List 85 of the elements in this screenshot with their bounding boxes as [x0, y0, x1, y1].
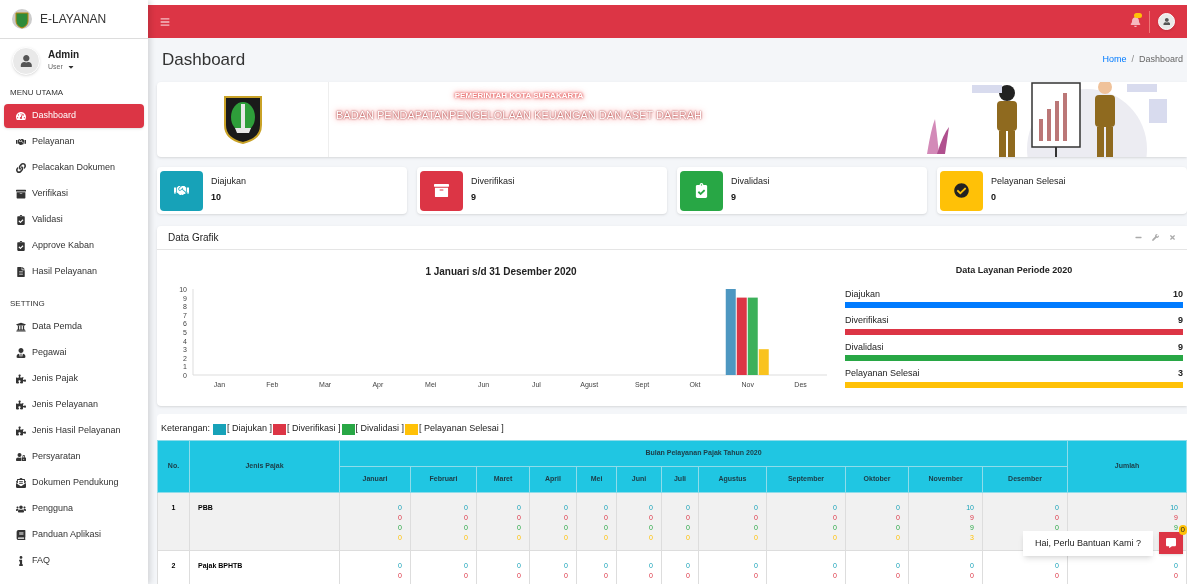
- sidebar-menu-item[interactable]: Pengguna: [4, 497, 144, 521]
- progress-value: 9: [1178, 314, 1183, 327]
- breadcrumb-separator: /: [1131, 53, 1134, 67]
- info-box-label: Diverifikasi: [471, 175, 515, 188]
- period-title: Data Layanan Periode 2020: [954, 264, 1074, 277]
- document-icon: [16, 267, 26, 277]
- info-box-value: 10: [211, 190, 222, 204]
- card-title: Data Grafik: [168, 231, 219, 245]
- book-icon: [16, 530, 26, 540]
- user-avatar: [12, 47, 40, 75]
- banner-title: BADAN PENDAPATANPENGELOLAAN KEUANGAN DAN ASET DAERAH: [334, 108, 704, 123]
- sidebar-menu-item[interactable]: Hasil Pelayanan: [4, 260, 144, 284]
- emblem-icon: [222, 94, 263, 145]
- logo-icon: [12, 9, 32, 29]
- section-heading: MENU UTAMA: [9, 87, 65, 99]
- puzzle-icon: [16, 426, 26, 436]
- sidebar-menu-item[interactable]: Verifikasi: [4, 182, 144, 206]
- legend-text: [ Pelayanan Selesai ]: [419, 422, 504, 436]
- chart-title: 1 Januari s/d 31 Desember 2020: [425, 265, 577, 279]
- chat-button[interactable]: [1159, 532, 1183, 555]
- sidebar-menu-item[interactable]: Persyaratan: [4, 445, 144, 469]
- sidebar-menu-item[interactable]: Data Pemda: [4, 315, 144, 339]
- banner-subtitle: PEMERINTAH KOTA SURAKARTA: [452, 90, 585, 102]
- sidebar-menu-item[interactable]: Approve Kaban: [4, 234, 144, 258]
- sidebar-menu-item[interactable]: Dashboard: [4, 104, 144, 128]
- page-title: Dashboard: [162, 49, 246, 72]
- person-icon: [16, 348, 26, 358]
- sidebar-menu-item[interactable]: Pelayanan: [4, 130, 144, 154]
- gauge-icon: [16, 111, 26, 121]
- envelope-icon: [16, 478, 26, 488]
- info-icon: [16, 556, 26, 566]
- sidebar-menu-item[interactable]: Jenis Pelayanan: [4, 393, 144, 417]
- chat-badge: 0: [1178, 525, 1187, 536]
- sidebar-menu-item[interactable]: Panduan Aplikasi: [4, 523, 144, 547]
- info-box-value: 0: [991, 190, 997, 204]
- breadcrumb-link[interactable]: Home: [1102, 53, 1127, 67]
- sidebar-menu-item[interactable]: Validasi: [4, 208, 144, 232]
- user-name: Admin: [48, 48, 80, 62]
- sidebar-menu-item[interactable]: FAQ: [4, 549, 144, 573]
- archive-icon: [434, 183, 449, 198]
- progress-label: Diajukan: [845, 287, 881, 301]
- legend-text: [ Diajukan ]: [227, 422, 273, 436]
- puzzle-icon: [16, 400, 26, 410]
- puzzle-icon: [16, 374, 26, 384]
- info-box-label: Diajukan: [211, 175, 247, 188]
- legend-label: Keterangan:: [161, 422, 211, 436]
- menu-icon[interactable]: [160, 16, 170, 27]
- notification-badge: [1134, 13, 1142, 18]
- sidebar-menu-item[interactable]: Dokumen Pendukung: [4, 471, 144, 495]
- info-box-label: Divalidasi: [731, 175, 770, 188]
- help-tooltip: Hai, Perlu Bantuan Kami ?: [1022, 530, 1153, 556]
- progress-value: 10: [1173, 287, 1183, 301]
- user-avatar: [1158, 13, 1175, 30]
- notification-icon[interactable]: [1130, 16, 1141, 27]
- handshake-icon: [16, 137, 26, 147]
- chat-icon: [1166, 538, 1176, 549]
- building-icon: [16, 322, 26, 332]
- section-heading: SETTING: [9, 298, 46, 310]
- info-box-label: Pelayanan Selesai: [991, 175, 1066, 188]
- handshake-icon: [174, 183, 189, 198]
- sidebar-menu-item[interactable]: Jenis Pajak: [4, 367, 144, 391]
- progress-label: Diverifikasi: [845, 314, 889, 327]
- progress-label: Pelayanan Selesai: [845, 367, 920, 380]
- wrench-icon[interactable]: [1152, 234, 1159, 241]
- link-icon: [16, 163, 26, 173]
- archive-icon: [16, 189, 26, 199]
- collapse-icon[interactable]: [1135, 234, 1142, 241]
- legend-text: [ Diverifikasi ]: [287, 422, 341, 436]
- clipboard-check-icon: [16, 215, 26, 225]
- brand-title[interactable]: E-LAYANAN: [40, 10, 107, 28]
- user-lock-icon: [16, 452, 26, 462]
- info-box-value: 9: [731, 190, 737, 204]
- progress-value: 9: [1178, 340, 1183, 354]
- close-icon[interactable]: [1169, 234, 1176, 241]
- sidebar-menu-item[interactable]: Pelacakan Dokumen: [4, 156, 144, 180]
- breadcrumb-current: Dashboard: [1138, 53, 1183, 67]
- info-box-value: 9: [471, 190, 477, 204]
- sidebar-menu-item[interactable]: Jenis Hasil Pelayanan: [4, 419, 144, 443]
- sidebar-menu-item[interactable]: Pegawai: [4, 341, 144, 365]
- progress-value: 3: [1178, 367, 1183, 380]
- users-icon: [16, 504, 26, 514]
- clipboard-check-icon: [694, 183, 709, 198]
- legend-text: [ Divalidasi ]: [355, 422, 405, 436]
- clipboard-check-icon: [16, 241, 26, 251]
- progress-label: Divalidasi: [845, 340, 884, 354]
